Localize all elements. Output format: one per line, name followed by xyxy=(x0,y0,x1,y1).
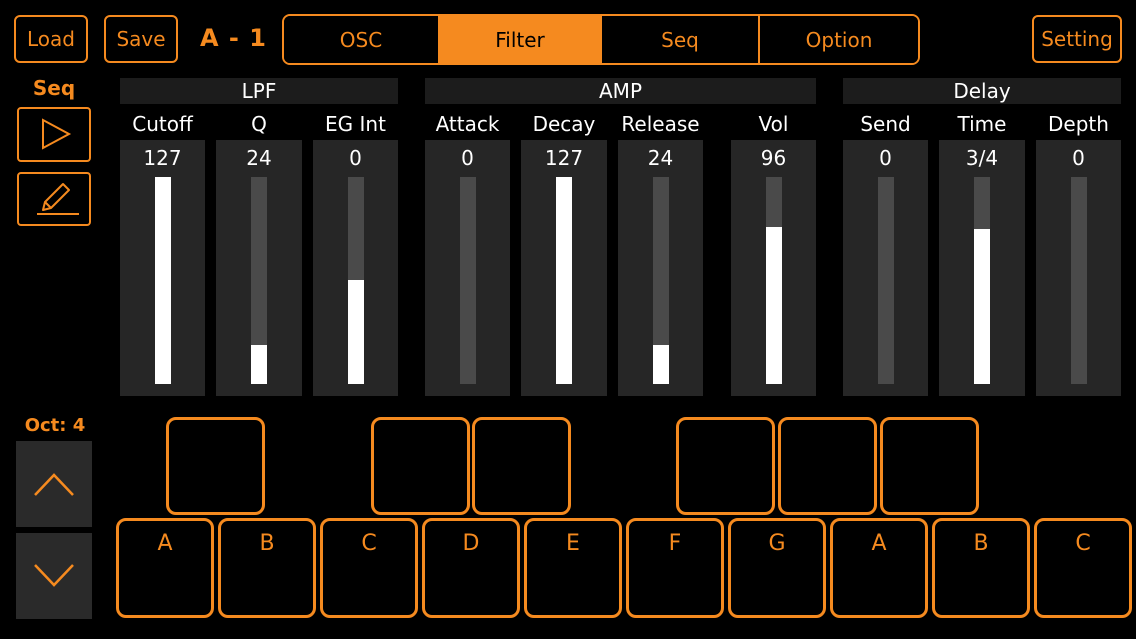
white-key[interactable]: C xyxy=(1034,518,1132,618)
setting-button[interactable]: Setting xyxy=(1032,15,1122,63)
slider-fill xyxy=(155,177,171,384)
slider-fill xyxy=(251,345,267,384)
slider-track xyxy=(155,177,171,384)
slider-cutoff[interactable]: 127 xyxy=(120,140,205,396)
edit-button[interactable] xyxy=(17,172,91,226)
slider-q[interactable]: 24 xyxy=(216,140,302,396)
slider-vol[interactable]: 96 xyxy=(731,140,816,396)
param-label-decay: Decay xyxy=(532,112,596,136)
octave-label: Oct: 4 xyxy=(24,415,86,436)
slider-value: 24 xyxy=(246,146,272,170)
slider-track xyxy=(1071,177,1087,384)
slider-time[interactable]: 3/4 xyxy=(939,140,1025,396)
white-key[interactable]: A xyxy=(830,518,928,618)
slider-track xyxy=(653,177,669,384)
black-key[interactable] xyxy=(880,417,979,515)
param-label-time: Time xyxy=(957,112,1007,136)
octave-up-button[interactable] xyxy=(16,441,92,527)
slider-track xyxy=(556,177,572,384)
group-header-lpf: LPF xyxy=(120,78,398,104)
tab-bar: OSC Filter Seq Option xyxy=(282,14,920,65)
load-button[interactable]: Load xyxy=(14,15,88,63)
slider-value: 0 xyxy=(879,146,892,170)
slider-value: 0 xyxy=(349,146,362,170)
param-label-q: Q xyxy=(251,112,267,136)
slider-track xyxy=(460,177,476,384)
param-label-cutoff: Cutoff xyxy=(132,112,193,136)
white-key[interactable]: E xyxy=(524,518,622,618)
save-button[interactable]: Save xyxy=(104,15,178,63)
black-key[interactable] xyxy=(472,417,571,515)
play-button[interactable] xyxy=(17,107,91,162)
white-key[interactable]: B xyxy=(932,518,1030,618)
white-key[interactable]: D xyxy=(422,518,520,618)
slider-track xyxy=(251,177,267,384)
octave-down-button[interactable] xyxy=(16,533,92,619)
tab-option[interactable]: Option xyxy=(760,16,918,63)
slider-eg-int[interactable]: 0 xyxy=(313,140,398,396)
param-label-depth: Depth xyxy=(1048,112,1109,136)
slider-value: 0 xyxy=(1072,146,1085,170)
slider-decay[interactable]: 127 xyxy=(521,140,607,396)
slider-attack[interactable]: 0 xyxy=(425,140,510,396)
slider-value: 0 xyxy=(461,146,474,170)
white-key[interactable]: G xyxy=(728,518,826,618)
white-key[interactable]: F xyxy=(626,518,724,618)
black-key[interactable] xyxy=(371,417,470,515)
chevron-down-icon xyxy=(34,564,74,587)
slider-value: 96 xyxy=(760,146,787,170)
patch-name: A - 1 xyxy=(200,24,267,52)
slider-release[interactable]: 24 xyxy=(618,140,703,396)
group-header-amp: AMP xyxy=(425,78,816,104)
slider-value: 127 xyxy=(143,146,182,170)
param-label-send: Send xyxy=(860,112,911,136)
tab-osc[interactable]: OSC xyxy=(284,16,440,63)
black-key[interactable] xyxy=(676,417,775,515)
slider-track xyxy=(766,177,782,384)
play-icon xyxy=(42,118,72,150)
black-key[interactable] xyxy=(778,417,877,515)
seq-title: Seq xyxy=(32,76,76,100)
white-key[interactable]: B xyxy=(218,518,316,618)
group-header-delay: Delay xyxy=(843,78,1121,104)
param-label-eg-int: EG Int xyxy=(325,112,386,136)
slider-value: 24 xyxy=(647,146,674,170)
slider-track xyxy=(878,177,894,384)
slider-fill xyxy=(556,177,572,384)
tab-filter[interactable]: Filter xyxy=(440,16,602,63)
slider-value: 3/4 xyxy=(965,146,999,170)
slider-depth[interactable]: 0 xyxy=(1036,140,1121,396)
slider-fill xyxy=(766,227,782,384)
chevron-up-icon xyxy=(34,473,74,496)
slider-fill xyxy=(974,229,990,384)
slider-track xyxy=(348,177,364,384)
slider-value: 127 xyxy=(544,146,584,170)
black-key[interactable] xyxy=(166,417,265,515)
slider-send[interactable]: 0 xyxy=(843,140,928,396)
white-key[interactable]: A xyxy=(116,518,214,618)
slider-fill xyxy=(653,345,669,384)
slider-track xyxy=(974,177,990,384)
tab-seq[interactable]: Seq xyxy=(602,16,760,63)
param-label-release: Release xyxy=(621,112,700,136)
param-label-vol: Vol xyxy=(758,112,789,136)
white-key[interactable]: C xyxy=(320,518,418,618)
slider-fill xyxy=(348,280,364,384)
param-label-attack: Attack xyxy=(435,112,500,136)
pencil-icon xyxy=(37,183,79,215)
